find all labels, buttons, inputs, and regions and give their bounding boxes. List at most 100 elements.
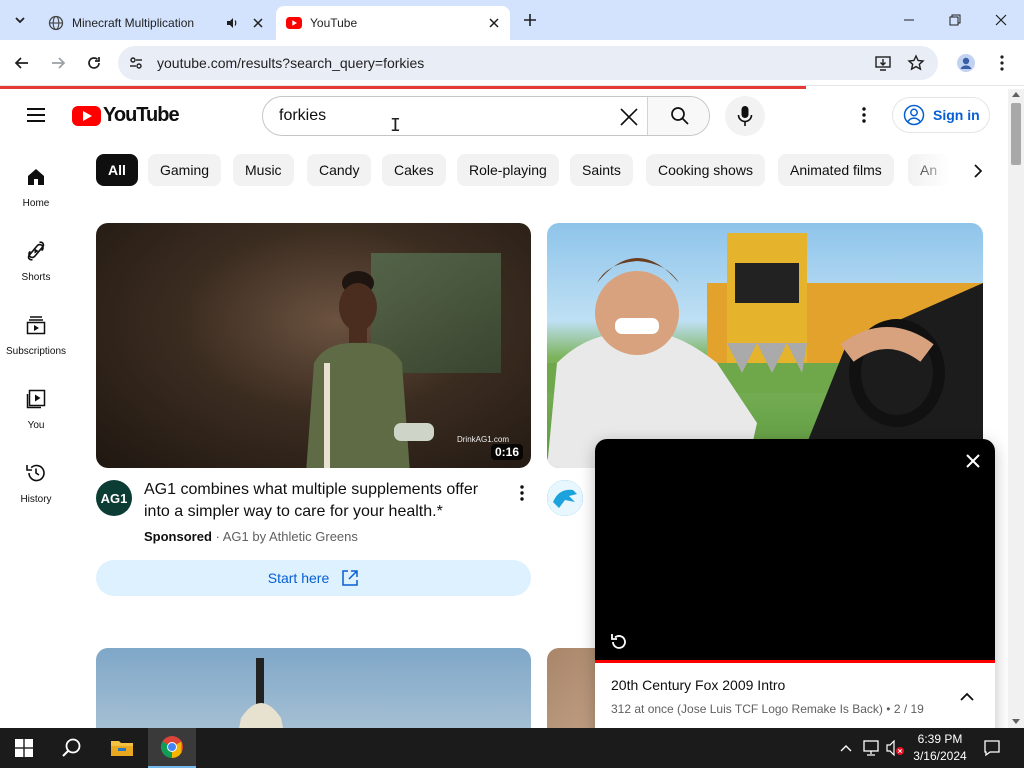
chip-saints[interactable]: Saints bbox=[570, 154, 633, 186]
chip-all[interactable]: All bbox=[96, 154, 138, 186]
browser-menu-button[interactable] bbox=[990, 51, 1014, 75]
ad-menu-button[interactable] bbox=[510, 481, 534, 505]
video-thumbnail[interactable] bbox=[96, 648, 531, 728]
chevron-up-icon bbox=[840, 745, 852, 752]
text-cursor-icon: I bbox=[390, 115, 401, 136]
youtube-logo[interactable]: YouTube bbox=[72, 104, 180, 127]
chip-music[interactable]: Music bbox=[233, 154, 294, 186]
restore-button[interactable] bbox=[932, 0, 978, 40]
guide-item-history[interactable]: History bbox=[0, 461, 72, 527]
taskbar-search-button[interactable] bbox=[48, 728, 96, 768]
install-app-button[interactable] bbox=[873, 53, 893, 73]
ad-video-thumbnail[interactable]: DrinkAG1.com 0:16 bbox=[96, 223, 531, 468]
chip-cooking-shows[interactable]: Cooking shows bbox=[646, 154, 765, 186]
browser-tabstrip: Minecraft Multiplication YouTube bbox=[0, 0, 1024, 40]
profile-button[interactable] bbox=[954, 51, 978, 75]
chip-role-playing[interactable]: Role-playing bbox=[457, 154, 559, 186]
forward-button[interactable] bbox=[46, 51, 70, 75]
ad-title[interactable]: AG1 combines what multiple supplements o… bbox=[144, 479, 504, 523]
search-icon bbox=[670, 107, 689, 125]
miniplayer-expand-button[interactable] bbox=[955, 685, 979, 709]
chips-next-button[interactable] bbox=[964, 157, 992, 185]
more-vertical-icon bbox=[1000, 55, 1004, 71]
taskbar: 6:39 PM 3/16/2024 bbox=[0, 728, 1024, 768]
miniplayer-close-button[interactable] bbox=[961, 449, 985, 473]
replay-button[interactable] bbox=[607, 629, 631, 653]
sponsored-label: Sponsored bbox=[144, 529, 212, 544]
install-icon bbox=[875, 56, 891, 71]
playlist-name: 312 at once (Jose Luis TCF Logo Remake I… bbox=[611, 702, 883, 716]
miniplayer-title: 20th Century Fox 2009 Intro bbox=[611, 677, 786, 693]
tab-audio-button[interactable] bbox=[222, 13, 242, 33]
search-button[interactable] bbox=[647, 97, 709, 135]
meta-separator: · bbox=[215, 529, 223, 544]
scroll-up-arrow-icon[interactable] bbox=[1012, 92, 1020, 97]
miniplayer-video[interactable] bbox=[595, 439, 995, 661]
settings-menu-button[interactable] bbox=[852, 103, 876, 127]
notifications-button[interactable] bbox=[980, 728, 1004, 768]
sign-in-button[interactable]: Sign in bbox=[892, 97, 990, 133]
guide-label: History bbox=[20, 494, 52, 505]
channel-avatar[interactable] bbox=[547, 480, 583, 516]
back-button[interactable] bbox=[10, 51, 34, 75]
file-explorer-button[interactable] bbox=[98, 728, 146, 768]
guide-item-subscriptions[interactable]: Subscriptions bbox=[0, 313, 72, 379]
folder-icon bbox=[111, 741, 133, 756]
search-box[interactable]: forkies bbox=[262, 96, 710, 136]
network-icon bbox=[863, 740, 879, 756]
search-input[interactable]: forkies bbox=[279, 107, 326, 125]
new-tab-button[interactable] bbox=[520, 10, 540, 30]
chevron-right-icon bbox=[974, 164, 983, 178]
guide-label: Subscriptions bbox=[5, 346, 67, 357]
chip-animated-films[interactable]: Animated films bbox=[778, 154, 894, 186]
playlist-position: 2 / 19 bbox=[893, 702, 924, 716]
chip-candy[interactable]: Candy bbox=[307, 154, 372, 186]
site-info-button[interactable] bbox=[126, 53, 146, 73]
tab-minecraft-multiplication[interactable]: Minecraft Multiplication bbox=[38, 6, 274, 40]
ad-channel-avatar[interactable]: AG1 bbox=[96, 480, 132, 516]
profile-icon bbox=[957, 54, 975, 72]
tab-close-button[interactable] bbox=[484, 13, 504, 33]
start-here-button[interactable]: Start here bbox=[96, 560, 531, 596]
network-button[interactable] bbox=[860, 728, 882, 768]
filter-chips-bar: All Gaming Music Candy Cakes Role-playin… bbox=[96, 154, 990, 188]
system-clock[interactable]: 6:39 PM 3/16/2024 bbox=[908, 731, 972, 765]
clear-search-button[interactable] bbox=[617, 105, 641, 129]
arrow-left-icon bbox=[14, 57, 28, 69]
voice-search-button[interactable] bbox=[725, 96, 765, 136]
speaker-icon bbox=[227, 18, 237, 28]
video-thumbnail[interactable] bbox=[547, 223, 983, 468]
close-window-button[interactable] bbox=[978, 0, 1024, 40]
chip-cakes[interactable]: Cakes bbox=[382, 154, 446, 186]
bookmark-button[interactable] bbox=[906, 53, 926, 73]
more-vertical-icon bbox=[520, 485, 524, 501]
restore-icon bbox=[949, 14, 961, 26]
star-icon bbox=[907, 54, 925, 71]
tab-close-button[interactable] bbox=[248, 13, 268, 33]
miniplayer-progress-bar[interactable] bbox=[595, 660, 995, 663]
chip-gaming[interactable]: Gaming bbox=[148, 154, 222, 186]
subscriptions-icon bbox=[24, 313, 48, 337]
microphone-icon bbox=[737, 106, 753, 126]
reload-button[interactable] bbox=[82, 51, 106, 75]
guide-label: You bbox=[27, 420, 45, 431]
tab-youtube[interactable]: YouTube bbox=[276, 6, 510, 40]
meta-separator: • bbox=[886, 702, 894, 716]
notification-icon bbox=[984, 740, 1000, 757]
start-button[interactable] bbox=[0, 728, 48, 768]
guide-item-home[interactable]: Home bbox=[0, 165, 72, 231]
guide-menu-button[interactable] bbox=[24, 103, 48, 127]
tab-search-button[interactable] bbox=[8, 8, 32, 32]
scroll-down-arrow-icon[interactable] bbox=[1012, 719, 1020, 724]
volume-button[interactable] bbox=[884, 728, 906, 768]
close-icon bbox=[253, 18, 263, 28]
scrollbar-thumb[interactable] bbox=[1011, 103, 1021, 165]
guide-item-you[interactable]: You bbox=[0, 387, 72, 453]
show-hidden-icons-button[interactable] bbox=[836, 728, 856, 768]
page-scrollbar[interactable] bbox=[1008, 89, 1024, 728]
guide-item-shorts[interactable]: Shorts bbox=[0, 239, 72, 305]
address-bar[interactable]: youtube.com/results?search_query=forkies bbox=[118, 46, 938, 80]
chrome-taskbar-button[interactable] bbox=[148, 728, 196, 768]
ad-advertiser[interactable]: AG1 by Athletic Greens bbox=[223, 529, 358, 544]
minimize-button[interactable] bbox=[886, 0, 932, 40]
